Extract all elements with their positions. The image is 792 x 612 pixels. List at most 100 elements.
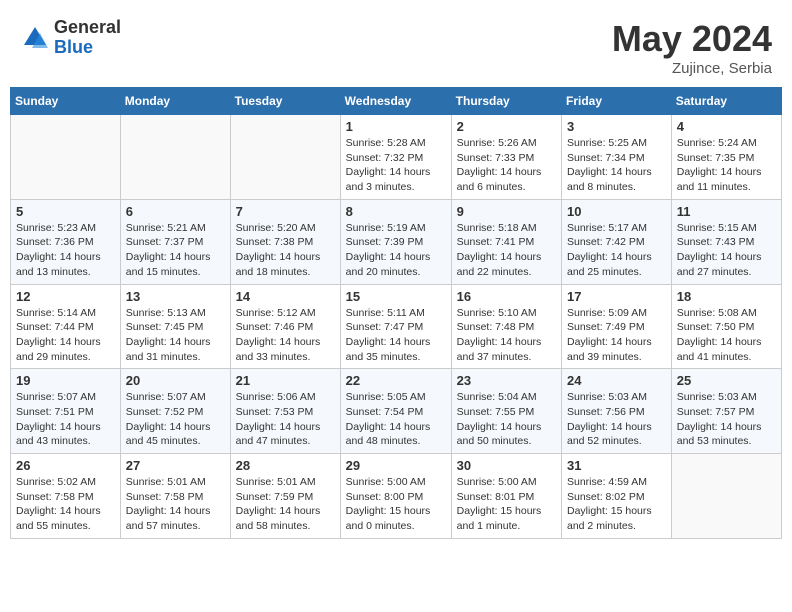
- calendar-week-row: 12 Sunrise: 5:14 AM Sunset: 7:44 PM Dayli…: [11, 284, 782, 369]
- weekday-header-saturday: Saturday: [671, 88, 781, 115]
- weekday-header-sunday: Sunday: [11, 88, 121, 115]
- day-number: 27: [126, 458, 225, 473]
- day-number: 26: [16, 458, 115, 473]
- day-number: 30: [457, 458, 556, 473]
- calendar-cell: 24 Sunrise: 5:03 AM Sunset: 7:56 PM Dayli…: [562, 369, 672, 454]
- calendar-cell: 10 Sunrise: 5:17 AM Sunset: 7:42 PM Dayli…: [562, 199, 672, 284]
- page-header: General Blue May 2024 Zujince, Serbia: [10, 10, 782, 87]
- calendar-cell: 4 Sunrise: 5:24 AM Sunset: 7:35 PM Daylig…: [671, 115, 781, 200]
- day-number: 12: [16, 289, 115, 304]
- day-info: Sunrise: 5:11 AM Sunset: 7:47 PM Dayligh…: [346, 306, 446, 365]
- month-title: May 2024: [612, 18, 772, 60]
- calendar-cell: 1Sunrise: 5:28 AM Sunset: 7:32 PM Daylig…: [340, 115, 451, 200]
- day-info: Sunrise: 5:25 AM Sunset: 7:34 PM Dayligh…: [567, 136, 666, 195]
- day-number: 19: [16, 373, 115, 388]
- calendar-week-row: 19 Sunrise: 5:07 AM Sunset: 7:51 PM Dayli…: [11, 369, 782, 454]
- day-number: 8: [346, 204, 446, 219]
- day-number: 6: [126, 204, 225, 219]
- calendar-cell: 2 Sunrise: 5:26 AM Sunset: 7:33 PM Daylig…: [451, 115, 561, 200]
- day-info: Sunrise: 5:20 AM Sunset: 7:38 PM Dayligh…: [236, 221, 335, 280]
- day-number: 21: [236, 373, 335, 388]
- calendar-cell: 8 Sunrise: 5:19 AM Sunset: 7:39 PM Daylig…: [340, 199, 451, 284]
- calendar-cell: [120, 115, 230, 200]
- day-number: 10: [567, 204, 666, 219]
- day-number: 2: [457, 119, 556, 134]
- day-info: Sunrise: 5:07 AM Sunset: 7:51 PM Dayligh…: [16, 390, 115, 449]
- day-info: Sunrise: 5:03 AM Sunset: 7:57 PM Dayligh…: [677, 390, 776, 449]
- weekday-header-monday: Monday: [120, 88, 230, 115]
- calendar-cell: 9Sunrise: 5:18 AM Sunset: 7:41 PM Daylig…: [451, 199, 561, 284]
- day-info: Sunrise: 5:01 AM Sunset: 7:58 PM Dayligh…: [126, 475, 225, 534]
- day-info: Sunrise: 5:28 AM Sunset: 7:32 PM Dayligh…: [346, 136, 446, 195]
- day-info: Sunrise: 5:00 AM Sunset: 8:00 PM Dayligh…: [346, 475, 446, 534]
- day-number: 7: [236, 204, 335, 219]
- calendar-cell: 15Sunrise: 5:11 AM Sunset: 7:47 PM Dayli…: [340, 284, 451, 369]
- day-info: Sunrise: 5:17 AM Sunset: 7:42 PM Dayligh…: [567, 221, 666, 280]
- title-block: May 2024 Zujince, Serbia: [612, 18, 772, 77]
- day-number: 5: [16, 204, 115, 219]
- calendar-cell: 31 Sunrise: 4:59 AM Sunset: 8:02 PM Dayli…: [562, 454, 672, 539]
- calendar-cell: 12 Sunrise: 5:14 AM Sunset: 7:44 PM Dayli…: [11, 284, 121, 369]
- logo: General Blue: [20, 18, 121, 58]
- day-number: 31: [567, 458, 666, 473]
- day-number: 29: [346, 458, 446, 473]
- calendar-cell: 16 Sunrise: 5:10 AM Sunset: 7:48 PM Dayli…: [451, 284, 561, 369]
- location-subtitle: Zujince, Serbia: [612, 60, 772, 77]
- day-info: Sunrise: 5:07 AM Sunset: 7:52 PM Dayligh…: [126, 390, 225, 449]
- day-info: Sunrise: 5:02 AM Sunset: 7:58 PM Dayligh…: [16, 475, 115, 534]
- calendar-cell: 23Sunrise: 5:04 AM Sunset: 7:55 PM Dayli…: [451, 369, 561, 454]
- calendar-cell: [230, 115, 340, 200]
- calendar-cell: 25Sunrise: 5:03 AM Sunset: 7:57 PM Dayli…: [671, 369, 781, 454]
- calendar-cell: 21 Sunrise: 5:06 AM Sunset: 7:53 PM Dayli…: [230, 369, 340, 454]
- calendar-cell: 17 Sunrise: 5:09 AM Sunset: 7:49 PM Dayli…: [562, 284, 672, 369]
- logo-icon: [20, 23, 50, 53]
- day-info: Sunrise: 5:13 AM Sunset: 7:45 PM Dayligh…: [126, 306, 225, 365]
- calendar-cell: 27 Sunrise: 5:01 AM Sunset: 7:58 PM Dayli…: [120, 454, 230, 539]
- calendar-cell: 11Sunrise: 5:15 AM Sunset: 7:43 PM Dayli…: [671, 199, 781, 284]
- day-info: Sunrise: 5:23 AM Sunset: 7:36 PM Dayligh…: [16, 221, 115, 280]
- day-number: 3: [567, 119, 666, 134]
- calendar-week-row: 5 Sunrise: 5:23 AM Sunset: 7:36 PM Daylig…: [11, 199, 782, 284]
- day-info: Sunrise: 5:10 AM Sunset: 7:48 PM Dayligh…: [457, 306, 556, 365]
- day-number: 13: [126, 289, 225, 304]
- weekday-header-tuesday: Tuesday: [230, 88, 340, 115]
- day-number: 17: [567, 289, 666, 304]
- day-number: 23: [457, 373, 556, 388]
- calendar-cell: [11, 115, 121, 200]
- day-info: Sunrise: 5:24 AM Sunset: 7:35 PM Dayligh…: [677, 136, 776, 195]
- day-info: Sunrise: 5:05 AM Sunset: 7:54 PM Dayligh…: [346, 390, 446, 449]
- weekday-header-wednesday: Wednesday: [340, 88, 451, 115]
- calendar-week-row: 26 Sunrise: 5:02 AM Sunset: 7:58 PM Dayli…: [11, 454, 782, 539]
- day-number: 4: [677, 119, 776, 134]
- calendar-table: SundayMondayTuesdayWednesdayThursdayFrid…: [10, 87, 782, 539]
- calendar-cell: 28Sunrise: 5:01 AM Sunset: 7:59 PM Dayli…: [230, 454, 340, 539]
- calendar-cell: [671, 454, 781, 539]
- day-info: Sunrise: 5:15 AM Sunset: 7:43 PM Dayligh…: [677, 221, 776, 280]
- calendar-cell: 5 Sunrise: 5:23 AM Sunset: 7:36 PM Daylig…: [11, 199, 121, 284]
- day-number: 24: [567, 373, 666, 388]
- day-info: Sunrise: 5:14 AM Sunset: 7:44 PM Dayligh…: [16, 306, 115, 365]
- weekday-header-friday: Friday: [562, 88, 672, 115]
- calendar-cell: 20 Sunrise: 5:07 AM Sunset: 7:52 PM Dayli…: [120, 369, 230, 454]
- day-info: Sunrise: 5:03 AM Sunset: 7:56 PM Dayligh…: [567, 390, 666, 449]
- calendar-cell: 22Sunrise: 5:05 AM Sunset: 7:54 PM Dayli…: [340, 369, 451, 454]
- day-number: 16: [457, 289, 556, 304]
- day-info: Sunrise: 5:09 AM Sunset: 7:49 PM Dayligh…: [567, 306, 666, 365]
- day-number: 9: [457, 204, 556, 219]
- day-info: Sunrise: 5:01 AM Sunset: 7:59 PM Dayligh…: [236, 475, 335, 534]
- calendar-cell: 18Sunrise: 5:08 AM Sunset: 7:50 PM Dayli…: [671, 284, 781, 369]
- day-number: 14: [236, 289, 335, 304]
- weekday-header-thursday: Thursday: [451, 88, 561, 115]
- day-number: 18: [677, 289, 776, 304]
- day-info: Sunrise: 5:26 AM Sunset: 7:33 PM Dayligh…: [457, 136, 556, 195]
- logo-blue-text: Blue: [54, 38, 121, 58]
- calendar-cell: 26 Sunrise: 5:02 AM Sunset: 7:58 PM Dayli…: [11, 454, 121, 539]
- day-info: Sunrise: 5:06 AM Sunset: 7:53 PM Dayligh…: [236, 390, 335, 449]
- day-info: Sunrise: 4:59 AM Sunset: 8:02 PM Dayligh…: [567, 475, 666, 534]
- day-info: Sunrise: 5:00 AM Sunset: 8:01 PM Dayligh…: [457, 475, 556, 534]
- day-number: 20: [126, 373, 225, 388]
- calendar-cell: 13 Sunrise: 5:13 AM Sunset: 7:45 PM Dayli…: [120, 284, 230, 369]
- day-info: Sunrise: 5:19 AM Sunset: 7:39 PM Dayligh…: [346, 221, 446, 280]
- calendar-cell: 3 Sunrise: 5:25 AM Sunset: 7:34 PM Daylig…: [562, 115, 672, 200]
- day-info: Sunrise: 5:12 AM Sunset: 7:46 PM Dayligh…: [236, 306, 335, 365]
